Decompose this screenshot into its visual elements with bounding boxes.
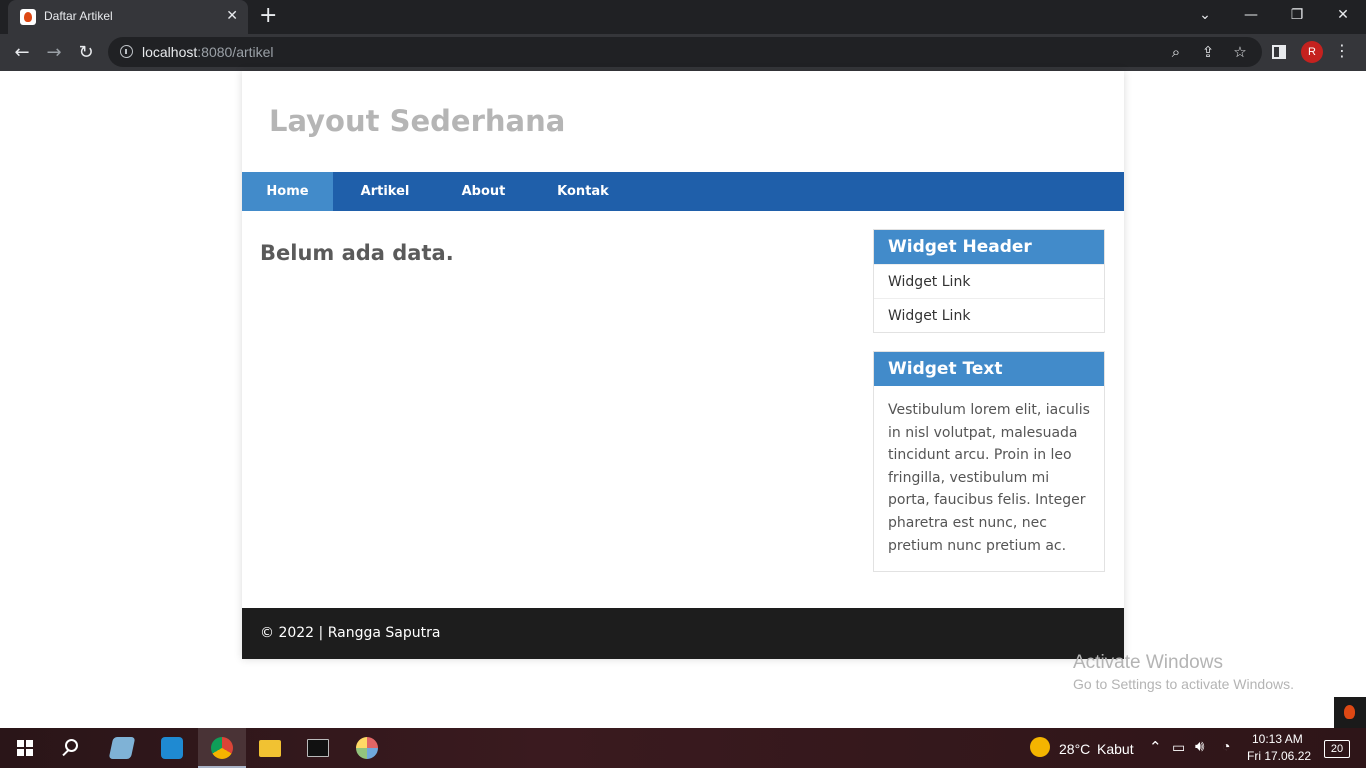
weather-desc[interactable]: Kabut (1097, 741, 1134, 757)
tab-title: Daftar Artikel (44, 9, 113, 23)
menu-dots-icon[interactable]: ⋮ (1334, 41, 1350, 60)
chrome-icon (211, 737, 233, 759)
reload-icon[interactable]: ↻ (74, 41, 98, 65)
battery-icon[interactable]: ▭ (1172, 739, 1185, 756)
close-window-icon[interactable]: ✕ (1320, 0, 1366, 30)
widget-text-title: Widget Text (874, 352, 1104, 386)
browser-tab[interactable]: Daftar Artikel ✕ (8, 0, 248, 34)
notification-badge[interactable]: 20 (1324, 740, 1350, 758)
browser-toolbar: ← → ↻ localhost:8080/artikel ⌕ ⇪ ☆ R ⋮ (0, 34, 1366, 71)
folder-icon (259, 740, 281, 757)
bookmark-star-icon[interactable]: ☆ (1230, 42, 1250, 62)
codeigniter-tray-icon[interactable] (1334, 697, 1366, 728)
nav-artikel[interactable]: Artikel (333, 172, 437, 211)
windows-icon (17, 740, 33, 756)
terminal-icon (307, 739, 329, 757)
nav-home[interactable]: Home (242, 172, 333, 211)
widget-link[interactable]: Widget Link (874, 264, 1104, 298)
restore-icon[interactable]: ❐ (1274, 0, 1320, 30)
taskbar: 28°C Kabut ⌃ ▭ 🔊︎ ◔ 10:13 AM Fri 17.06.2… (0, 728, 1366, 768)
url-text[interactable]: localhost:8080/artikel (142, 44, 274, 60)
weather-temp[interactable]: 28°C (1059, 741, 1090, 757)
tab-search-icon[interactable]: ⌄ (1182, 0, 1228, 30)
network-icon[interactable]: ◔ (1222, 738, 1230, 754)
widget-text-box: Widget Text Vestibulum lorem elit, iacul… (873, 351, 1105, 573)
main-nav: Home Artikel About Kontak (242, 172, 1124, 211)
start-button[interactable] (0, 728, 48, 768)
empty-data-message: Belum ada data. (260, 241, 454, 265)
nav-about[interactable]: About (437, 172, 530, 211)
site-header: Layout Sederhana (242, 71, 1124, 172)
new-tab-icon[interactable]: + (259, 5, 277, 27)
forward-icon[interactable]: → (42, 41, 66, 65)
share-icon[interactable]: ⇪ (1198, 42, 1218, 62)
chevron-up-icon[interactable]: ⌃ (1149, 738, 1162, 756)
page-container: Layout Sederhana Home Artikel About Kont… (242, 71, 1124, 659)
zoom-icon[interactable]: ⌕ (1166, 42, 1186, 62)
side-panel-icon[interactable] (1272, 45, 1286, 59)
vscode-icon (161, 737, 183, 759)
favicon-icon (20, 9, 36, 25)
minimize-icon[interactable]: — (1228, 0, 1274, 30)
paint-icon (356, 737, 378, 759)
taskbar-app-terminal[interactable] (294, 728, 342, 768)
watermark-subtitle: Go to Settings to activate Windows. (1073, 676, 1294, 692)
widget-link[interactable]: Widget Link (874, 298, 1104, 332)
watermark-title: Activate Windows (1073, 652, 1223, 673)
back-icon[interactable]: ← (10, 41, 34, 65)
app-icon (108, 737, 136, 759)
search-button[interactable] (48, 728, 96, 768)
browser-titlebar: Daftar Artikel ✕ + ⌄ — ❐ ✕ (0, 0, 1366, 34)
taskbar-app-explorer-alt[interactable] (98, 728, 146, 768)
widget-header-box: Widget Header Widget Link Widget Link (873, 229, 1105, 333)
activate-windows-watermark: Activate Windows Go to Settings to activ… (1073, 651, 1294, 694)
address-bar[interactable]: localhost:8080/artikel ⌕ ⇪ ☆ (108, 37, 1262, 67)
clock-time[interactable]: 10:13 AM (1252, 732, 1303, 746)
close-tab-icon[interactable]: ✕ (226, 8, 238, 24)
taskbar-app-paint[interactable] (343, 728, 391, 768)
clock-date[interactable]: Fri 17.06.22 (1247, 749, 1311, 763)
nav-kontak[interactable]: Kontak (530, 172, 636, 211)
widget-header-title: Widget Header (874, 230, 1104, 264)
taskbar-app-chrome[interactable] (198, 728, 246, 768)
site-footer: © 2022 | Rangga Saputra (242, 608, 1124, 659)
taskbar-app-file-explorer[interactable] (246, 728, 294, 768)
widget-text-body: Vestibulum lorem elit, iaculis in nisl v… (888, 402, 1090, 554)
taskbar-app-vscode[interactable] (148, 728, 196, 768)
profile-avatar[interactable]: R (1301, 41, 1323, 63)
weather-icon[interactable] (1030, 737, 1050, 757)
site-title: Layout Sederhana (269, 104, 566, 138)
site-info-icon[interactable] (120, 45, 133, 58)
volume-icon[interactable]: 🔊︎ (1195, 738, 1204, 755)
